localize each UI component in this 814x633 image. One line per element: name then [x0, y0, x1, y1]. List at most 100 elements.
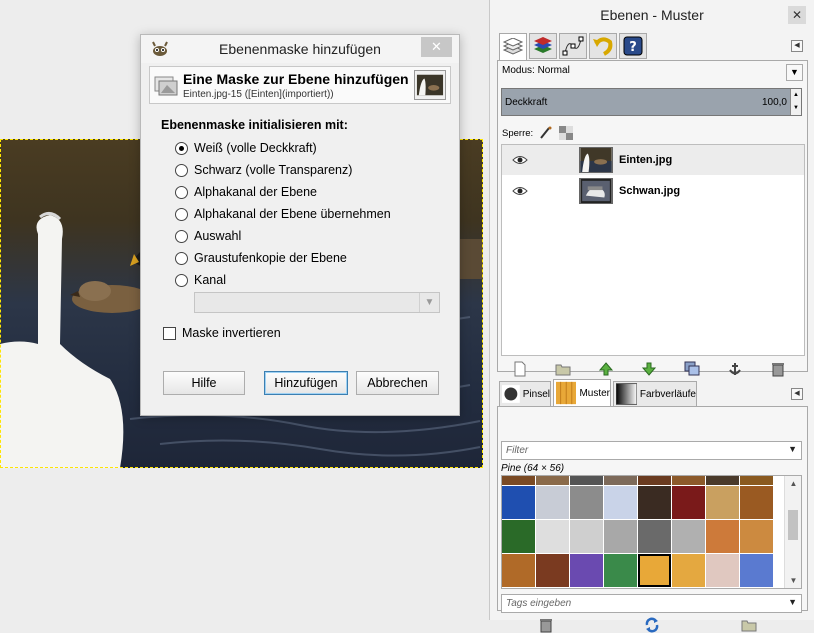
pattern-swatch[interactable]: [672, 520, 705, 553]
pattern-swatch[interactable]: [638, 554, 671, 587]
pattern-swatch[interactable]: [570, 476, 603, 485]
pattern-swatch[interactable]: [536, 486, 569, 519]
patterns-pane: Filter ▼ Pine (64 × 56) ▲ ▼ Tags eingebe…: [497, 406, 808, 633]
scroll-down-icon[interactable]: ▼: [785, 576, 801, 585]
mode-label: Modus: Normal: [502, 65, 570, 76]
radio-button[interactable]: [175, 251, 188, 265]
pattern-swatch[interactable]: [706, 520, 739, 553]
pattern-swatch[interactable]: [502, 554, 535, 587]
duplicate-layer-icon[interactable]: [684, 361, 700, 377]
anchor-layer-icon[interactable]: [727, 361, 743, 377]
tab-layers[interactable]: [499, 33, 527, 61]
pattern-swatch[interactable]: [706, 486, 739, 519]
pattern-info: Pine (64 × 56): [501, 463, 565, 474]
radio-button[interactable]: [175, 273, 188, 287]
pattern-swatch[interactable]: [638, 476, 671, 485]
pattern-swatch[interactable]: [604, 486, 637, 519]
pattern-swatch[interactable]: [536, 554, 569, 587]
close-icon[interactable]: ✕: [421, 37, 452, 57]
new-layer-group-icon[interactable]: [555, 361, 571, 377]
chevron-down-icon[interactable]: ▼: [788, 597, 797, 607]
checkbox[interactable]: [163, 326, 176, 340]
tab-menu-icon[interactable]: ◀: [791, 40, 803, 52]
tab-paths[interactable]: [559, 33, 587, 59]
radio-button[interactable]: [175, 163, 188, 177]
tab-undo-history[interactable]: [589, 33, 617, 59]
pattern-swatch[interactable]: [570, 520, 603, 553]
pattern-swatch[interactable]: [672, 554, 705, 587]
mode-dropdown[interactable]: ▼: [786, 64, 803, 81]
scrollbar[interactable]: ▲ ▼: [784, 476, 801, 588]
chevron-down-icon: ▼: [419, 293, 439, 312]
option-alpha-radio[interactable]: Alphakanal der Ebene: [175, 183, 317, 201]
delete-pattern-icon[interactable]: [538, 617, 554, 633]
eye-icon[interactable]: [512, 154, 528, 166]
dialog-titlebar[interactable]: Ebenenmaske hinzufügen ✕: [141, 35, 459, 63]
help-button[interactable]: Hilfe: [163, 371, 245, 395]
pattern-swatch[interactable]: [570, 486, 603, 519]
pattern-swatch[interactable]: [502, 520, 535, 553]
opacity-spinner[interactable]: ▲ ▼: [790, 89, 801, 115]
filter-input[interactable]: Filter ▼: [501, 441, 802, 460]
pattern-swatch[interactable]: [740, 520, 773, 553]
channel-combo[interactable]: ▼: [194, 292, 440, 313]
close-icon[interactable]: ✕: [788, 6, 806, 24]
lock-pixels-icon[interactable]: [539, 126, 553, 140]
pattern-swatch[interactable]: [638, 520, 671, 553]
raise-layer-icon[interactable]: [598, 361, 614, 377]
pattern-swatch[interactable]: [570, 554, 603, 587]
tab-patterns[interactable]: Muster: [553, 379, 611, 407]
lock-label: Sperre:: [502, 127, 534, 139]
chevron-down-icon[interactable]: ▼: [788, 444, 797, 454]
pattern-swatch[interactable]: [536, 476, 569, 485]
radio-button[interactable]: [175, 141, 188, 155]
opacity-slider[interactable]: Deckkraft 100,0 ▲ ▼: [501, 88, 802, 116]
radio-button[interactable]: [175, 229, 188, 243]
refresh-patterns-icon[interactable]: [644, 617, 660, 633]
pattern-swatch[interactable]: [502, 476, 535, 485]
option-black-radio[interactable]: Schwarz (volle Transparenz): [175, 161, 352, 179]
lower-layer-icon[interactable]: [641, 361, 657, 377]
pattern-swatch[interactable]: [706, 554, 739, 587]
new-layer-icon[interactable]: [512, 361, 528, 377]
invert-mask-checkbox[interactable]: Maske invertieren: [163, 326, 281, 340]
option-grayscale-radio[interactable]: Graustufenkopie der Ebene: [175, 249, 347, 267]
open-pattern-folder-icon[interactable]: [741, 617, 757, 633]
scroll-up-icon[interactable]: ▲: [785, 479, 801, 488]
option-transfer-alpha-radio[interactable]: Alphakanal der Ebene übernehmen: [175, 205, 391, 223]
tab-channels[interactable]: [529, 33, 557, 59]
delete-layer-icon[interactable]: [770, 361, 786, 377]
tab-brushes[interactable]: Pinsel: [499, 381, 551, 407]
pattern-swatch[interactable]: [638, 486, 671, 519]
add-layer-mask-dialog: Ebenenmaske hinzufügen ✕ Eine Maske zur …: [140, 34, 460, 416]
scroll-thumb[interactable]: [788, 510, 798, 540]
tags-input[interactable]: Tags eingeben ▼: [501, 594, 802, 613]
pattern-swatch[interactable]: [536, 520, 569, 553]
layer-row-schwan[interactable]: Schwan.jpg: [502, 176, 804, 206]
tab-help[interactable]: ?: [619, 33, 647, 59]
option-channel-radio[interactable]: Kanal: [175, 271, 226, 289]
pattern-swatch[interactable]: [740, 554, 773, 587]
pattern-swatch[interactable]: [672, 476, 705, 485]
tab-menu-icon[interactable]: ◀: [791, 388, 803, 400]
pattern-swatch[interactable]: [604, 520, 637, 553]
add-button[interactable]: Hinzufügen: [264, 371, 348, 395]
option-selection-radio[interactable]: Auswahl: [175, 227, 241, 245]
layer-row-einten[interactable]: Einten.jpg: [502, 145, 804, 175]
pattern-swatch[interactable]: [604, 554, 637, 587]
cancel-button[interactable]: Abbrechen: [356, 371, 439, 395]
radio-button[interactable]: [175, 207, 188, 221]
pattern-swatch[interactable]: [740, 476, 773, 485]
pattern-swatch[interactable]: [706, 476, 739, 485]
pattern-swatch[interactable]: [502, 486, 535, 519]
pattern-swatch[interactable]: [672, 486, 705, 519]
option-white-radio[interactable]: Weiß (volle Deckkraft): [175, 139, 317, 157]
pattern-swatch[interactable]: [604, 476, 637, 485]
pattern-swatch[interactable]: [740, 486, 773, 519]
eye-icon[interactable]: [512, 185, 528, 197]
tab-gradients[interactable]: Farbverläufe: [613, 381, 697, 407]
radio-button[interactable]: [175, 185, 188, 199]
dock-titlebar[interactable]: Ebenen - Muster ✕: [490, 0, 814, 30]
dialog-title: Ebenenmaske hinzufügen: [219, 41, 381, 57]
lock-alpha-icon[interactable]: [559, 126, 574, 140]
